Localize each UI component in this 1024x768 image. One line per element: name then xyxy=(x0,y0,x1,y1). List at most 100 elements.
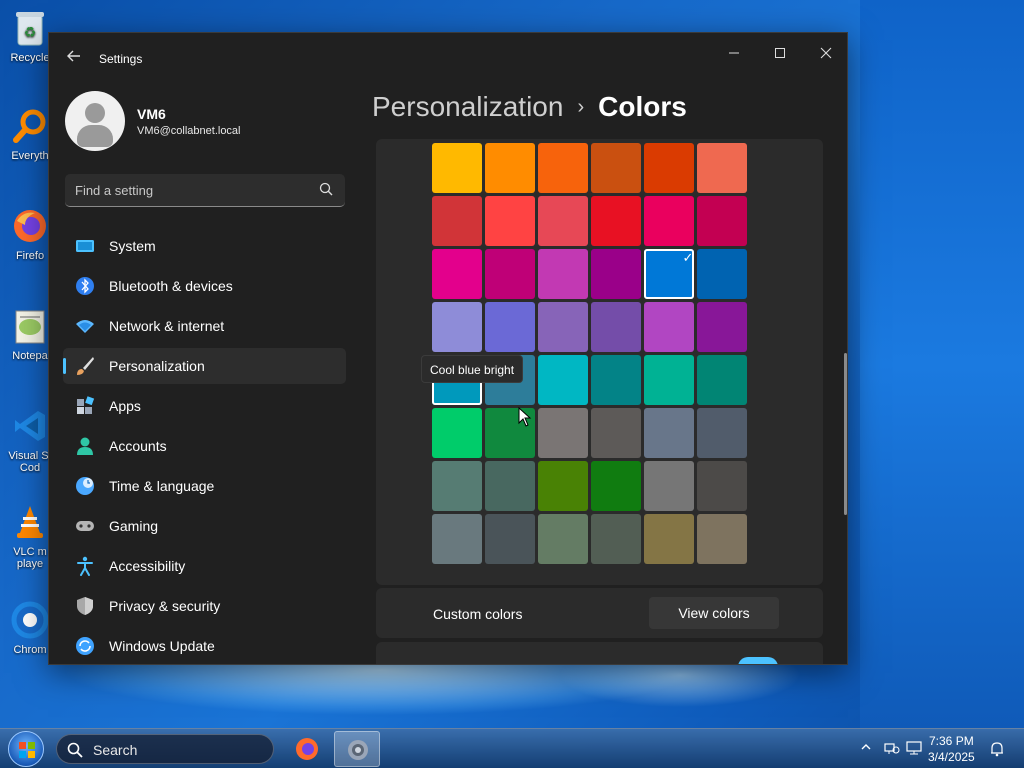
clock[interactable]: 7:36 PM 3/4/2025 xyxy=(928,733,975,765)
svg-text:♻: ♻ xyxy=(24,24,37,40)
find-setting-box[interactable] xyxy=(65,174,345,207)
color-swatch[interactable] xyxy=(697,196,747,246)
notepad-icon xyxy=(10,306,50,346)
color-swatch[interactable] xyxy=(591,302,641,352)
monitor-tray-icon[interactable] xyxy=(906,741,922,758)
sidebar-nav: System Bluetooth & devices Network & int… xyxy=(63,228,346,664)
search-icon[interactable] xyxy=(319,182,333,196)
color-swatch[interactable] xyxy=(432,461,482,511)
sidebar-item-time-language[interactable]: Time & language xyxy=(63,468,346,504)
color-swatch[interactable] xyxy=(538,461,588,511)
sidebar-item-personalization[interactable]: Personalization xyxy=(63,348,346,384)
color-swatch[interactable] xyxy=(591,514,641,564)
color-swatch[interactable] xyxy=(644,408,694,458)
scrollbar[interactable] xyxy=(844,353,847,515)
color-swatch[interactable] xyxy=(697,355,747,405)
color-swatch[interactable] xyxy=(697,302,747,352)
taskbar-search-label: Search xyxy=(93,742,138,758)
color-swatch[interactable] xyxy=(644,196,694,246)
apps-icon xyxy=(75,396,95,416)
maximize-button[interactable] xyxy=(757,39,803,69)
color-swatch[interactable] xyxy=(697,461,747,511)
color-swatch[interactable] xyxy=(485,514,535,564)
color-swatch[interactable] xyxy=(538,514,588,564)
magnifier-icon xyxy=(10,106,50,146)
avatar-body xyxy=(77,125,113,147)
avatar[interactable] xyxy=(65,91,125,151)
accessibility-icon xyxy=(75,556,95,576)
toggle-switch[interactable] xyxy=(738,657,778,664)
sidebar-item-label: System xyxy=(109,238,156,254)
taskbar-firefox[interactable] xyxy=(284,731,330,767)
color-swatch[interactable] xyxy=(538,302,588,352)
color-swatch[interactable] xyxy=(538,196,588,246)
notification-bell-icon[interactable] xyxy=(990,741,1004,760)
sidebar-item-accessibility[interactable]: Accessibility xyxy=(63,548,346,584)
sidebar-item-apps[interactable]: Apps xyxy=(63,388,346,424)
color-swatch[interactable] xyxy=(432,249,482,299)
color-swatch[interactable] xyxy=(432,302,482,352)
color-swatch[interactable] xyxy=(538,355,588,405)
sidebar-item-bluetooth[interactable]: Bluetooth & devices xyxy=(63,268,346,304)
minimize-button[interactable] xyxy=(711,39,757,69)
sidebar-item-gaming[interactable]: Gaming xyxy=(63,508,346,544)
sidebar-item-privacy[interactable]: Privacy & security xyxy=(63,588,346,624)
sidebar-item-label: Accounts xyxy=(109,438,167,454)
search-input[interactable] xyxy=(75,180,305,200)
sidebar-item-windows-update[interactable]: Windows Update xyxy=(63,628,346,664)
sidebar-item-network[interactable]: Network & internet xyxy=(63,308,346,344)
start-button[interactable] xyxy=(8,731,44,767)
color-swatch[interactable] xyxy=(697,514,747,564)
sidebar-item-system[interactable]: System xyxy=(63,228,346,264)
color-swatch[interactable]: ✓ xyxy=(644,249,694,299)
color-swatch[interactable] xyxy=(591,408,641,458)
color-swatch[interactable] xyxy=(644,143,694,193)
globe-clock-icon xyxy=(75,476,95,496)
color-swatch[interactable] xyxy=(432,143,482,193)
chevron-up-icon[interactable] xyxy=(860,741,872,756)
view-colors-button[interactable]: View colors xyxy=(649,597,779,629)
bluetooth-icon xyxy=(75,276,95,296)
color-swatch[interactable] xyxy=(485,461,535,511)
person-icon xyxy=(75,436,95,456)
color-swatch[interactable] xyxy=(591,461,641,511)
breadcrumb-parent[interactable]: Personalization xyxy=(372,91,563,122)
breadcrumb: Personalization › Colors xyxy=(372,91,687,123)
color-swatch[interactable] xyxy=(591,249,641,299)
color-swatch[interactable] xyxy=(538,143,588,193)
update-icon xyxy=(75,636,95,656)
color-swatch[interactable] xyxy=(432,408,482,458)
network-icon[interactable] xyxy=(884,741,900,758)
color-swatch[interactable] xyxy=(697,249,747,299)
title-bar: Settings xyxy=(49,33,847,83)
sidebar-item-label: Apps xyxy=(109,398,141,414)
color-swatch[interactable] xyxy=(485,196,535,246)
profile-name: VM6 xyxy=(137,106,166,122)
gamepad-icon xyxy=(75,516,95,536)
color-swatch[interactable] xyxy=(591,355,641,405)
color-swatch[interactable] xyxy=(538,249,588,299)
breadcrumb-separator: › xyxy=(577,96,585,118)
sidebar-item-label: Bluetooth & devices xyxy=(109,278,233,294)
taskbar-settings[interactable] xyxy=(334,731,380,767)
color-swatch[interactable] xyxy=(538,408,588,458)
color-swatch[interactable] xyxy=(591,196,641,246)
color-swatch[interactable] xyxy=(644,461,694,511)
color-swatch[interactable] xyxy=(644,302,694,352)
color-swatch[interactable] xyxy=(697,408,747,458)
color-swatch[interactable] xyxy=(644,514,694,564)
color-swatch[interactable] xyxy=(591,143,641,193)
avatar-head xyxy=(85,103,105,123)
back-arrow-icon[interactable] xyxy=(65,49,83,67)
vscode-icon xyxy=(10,406,50,446)
close-button[interactable] xyxy=(803,39,847,69)
color-swatch[interactable] xyxy=(432,196,482,246)
color-swatch[interactable] xyxy=(432,514,482,564)
color-swatch[interactable] xyxy=(697,143,747,193)
taskbar-search-box[interactable]: Search xyxy=(56,734,274,764)
sidebar-item-accounts[interactable]: Accounts xyxy=(63,428,346,464)
color-swatch[interactable] xyxy=(644,355,694,405)
color-swatch[interactable] xyxy=(485,143,535,193)
color-swatch[interactable] xyxy=(485,249,535,299)
color-swatch[interactable] xyxy=(485,302,535,352)
